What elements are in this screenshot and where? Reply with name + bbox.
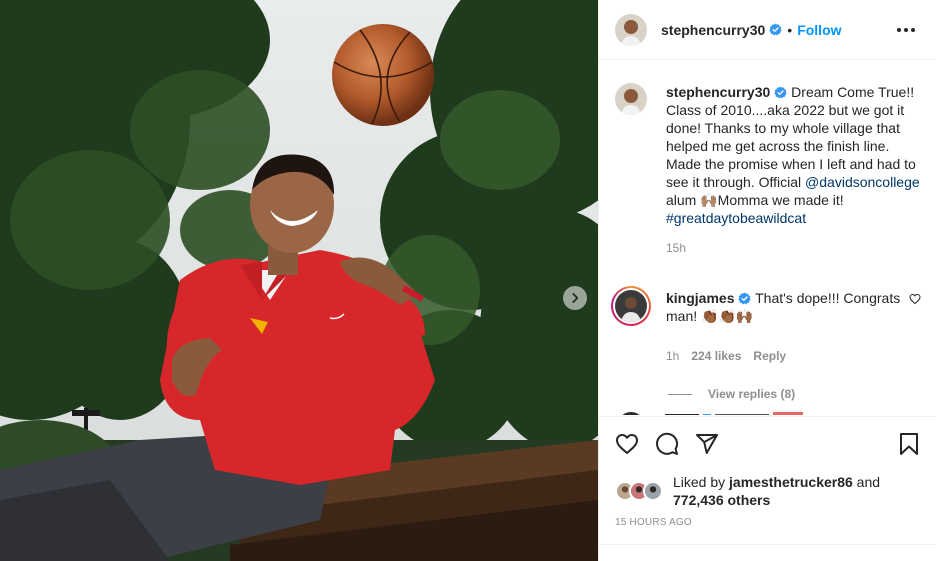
save-button[interactable] [897, 432, 921, 456]
avatar-image [615, 83, 647, 115]
caption-username[interactable]: stephencurry30 [666, 84, 770, 100]
action-area: Liked by jamesthetrucker86 and 772,436 o… [599, 416, 936, 528]
comment-meta: 1h 224 likes Reply [666, 347, 921, 365]
avatar-image [615, 290, 647, 322]
mention-link[interactable]: @davidsoncollege [805, 174, 920, 190]
post-caption: stephencurry30 Dream Come True!! Class o… [599, 83, 936, 257]
comment-item: kingjames That's dope!!! Congrats man! 👏… [599, 286, 936, 403]
liked-by-row: Liked by jamesthetrucker86 and 772,436 o… [599, 471, 936, 511]
reply-button[interactable]: Reply [753, 349, 786, 363]
instagram-post: stephencurry30 • Follow stephencurry30 D… [0, 0, 936, 561]
avatar-image [645, 483, 661, 499]
commenter-avatar [615, 290, 647, 322]
liker-avatars[interactable] [615, 481, 673, 501]
next-photo-button[interactable] [563, 286, 587, 310]
verified-icon [738, 292, 752, 305]
liked-by-others[interactable]: 772,436 others [673, 492, 770, 508]
view-replies-button[interactable]: View replies (8) [666, 385, 921, 403]
replies-divider [668, 393, 692, 395]
comments-section[interactable]: stephencurry30 Dream Come True!! Class o… [599, 61, 936, 415]
author-avatar[interactable] [615, 13, 647, 46]
comment-age[interactable]: 1h [666, 349, 679, 363]
add-comment-area[interactable] [599, 544, 936, 561]
caption-body-2: alum 🙌🏽Momma we made it! [666, 192, 844, 208]
post-side-panel: stephencurry30 • Follow stephencurry30 D… [598, 0, 936, 561]
share-button[interactable] [695, 432, 719, 456]
author-username[interactable]: stephencurry30 [661, 22, 765, 38]
photo-scene [0, 0, 598, 561]
heart-icon [616, 434, 638, 454]
story-ring-inner [613, 288, 649, 324]
verified-icon [769, 23, 782, 36]
caption-avatar[interactable] [615, 83, 647, 115]
view-replies-label: View replies (8) [708, 387, 796, 401]
comment-button[interactable] [655, 432, 679, 456]
bookmark-icon [900, 433, 918, 455]
share-icon [696, 434, 718, 454]
comment-text: kingjames That's dope!!! Congrats man! 👏… [666, 289, 921, 325]
caption-text: stephencurry30 Dream Come True!! Class o… [666, 83, 921, 227]
post-timestamp[interactable]: 15 HOURS AGO [599, 511, 936, 528]
comment-likes[interactable]: 224 likes [691, 349, 741, 363]
liked-by-user[interactable]: jamesthetrucker86 [729, 474, 853, 490]
header-separator: • [787, 21, 793, 38]
verified-icon [774, 86, 787, 99]
liked-by-and: and [852, 474, 881, 490]
chevron-right-icon [572, 293, 579, 303]
comment-icon [656, 432, 679, 455]
liker-avatar [643, 481, 663, 501]
action-bar [599, 417, 936, 471]
next-comment-partial [615, 407, 915, 415]
heart-icon[interactable] [909, 293, 921, 305]
like-button[interactable] [615, 432, 639, 456]
follow-button[interactable]: Follow [797, 22, 841, 38]
story-ring[interactable] [611, 286, 651, 326]
more-icon[interactable] [896, 24, 916, 36]
liked-by-text: Liked by jamesthetrucker86 and 772,436 o… [673, 473, 880, 509]
hashtag-link[interactable]: #greatdaytobeawildcat [666, 210, 806, 226]
caption-age[interactable]: 15h [666, 239, 921, 257]
post-header: stephencurry30 • Follow [599, 0, 936, 60]
post-photo[interactable] [0, 0, 598, 561]
comment-username[interactable]: kingjames [666, 290, 734, 306]
clipped-comment-preview [622, 412, 803, 415]
liked-by-prefix: Liked by [673, 474, 730, 490]
avatar-image [615, 13, 647, 46]
